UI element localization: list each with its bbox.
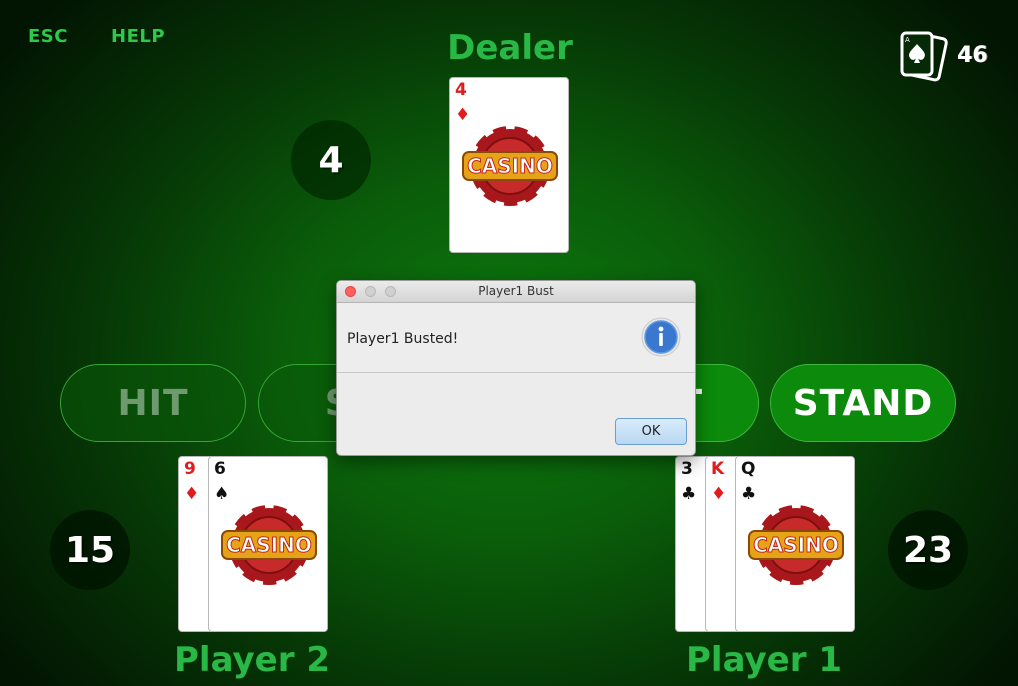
dialog-message: Player1 Busted!: [347, 331, 459, 347]
card-rank: K: [711, 459, 725, 479]
card-rank: 4: [455, 80, 467, 100]
player2-card: 6 ♠: [208, 456, 328, 632]
minimize-window-icon[interactable]: [365, 286, 376, 297]
info-icon: [641, 317, 681, 357]
card-suit: ♦: [184, 484, 200, 504]
dialog-title: Player1 Bust: [478, 284, 554, 298]
help-button[interactable]: HELP: [111, 26, 165, 47]
card-rank: 9: [184, 459, 196, 479]
bust-dialog: Player1 Bust Player1 Busted! OK: [336, 280, 696, 456]
dialog-message-area: Player1 Busted!: [337, 303, 695, 373]
player2-label: Player 2: [174, 640, 330, 680]
playing-cards-icon: A: [900, 31, 948, 82]
player1-card: Q ♣: [735, 456, 855, 632]
card-rank: Q: [741, 459, 756, 479]
dialog-titlebar: Player1 Bust: [337, 281, 695, 303]
close-window-icon[interactable]: [345, 286, 356, 297]
card-rank: 6: [214, 459, 226, 479]
casino-chip-logo: [220, 501, 318, 589]
maximize-window-icon[interactable]: [385, 286, 396, 297]
svg-text:A: A: [905, 36, 910, 44]
player2-hit-button[interactable]: HIT: [60, 364, 246, 442]
player1-score: 23: [888, 510, 968, 590]
card-rank: 3: [681, 459, 693, 479]
dealer-score: 4: [291, 120, 371, 200]
casino-chip-logo: [461, 122, 559, 210]
dealer-label: Dealer: [447, 28, 573, 68]
ok-button[interactable]: OK: [615, 418, 687, 445]
deck-remaining-count: 46: [957, 43, 988, 68]
casino-chip-logo: [747, 501, 845, 589]
dealer-card: 4 ♦: [449, 77, 569, 253]
player2-score: 15: [50, 510, 130, 590]
player1-label: Player 1: [686, 640, 842, 680]
player1-stand-button[interactable]: STAND: [770, 364, 956, 442]
esc-button[interactable]: ESC: [28, 26, 68, 47]
deck-counter: A 46: [899, 30, 1009, 82]
card-suit: ♣: [681, 484, 697, 504]
card-suit: ♦: [711, 484, 727, 504]
